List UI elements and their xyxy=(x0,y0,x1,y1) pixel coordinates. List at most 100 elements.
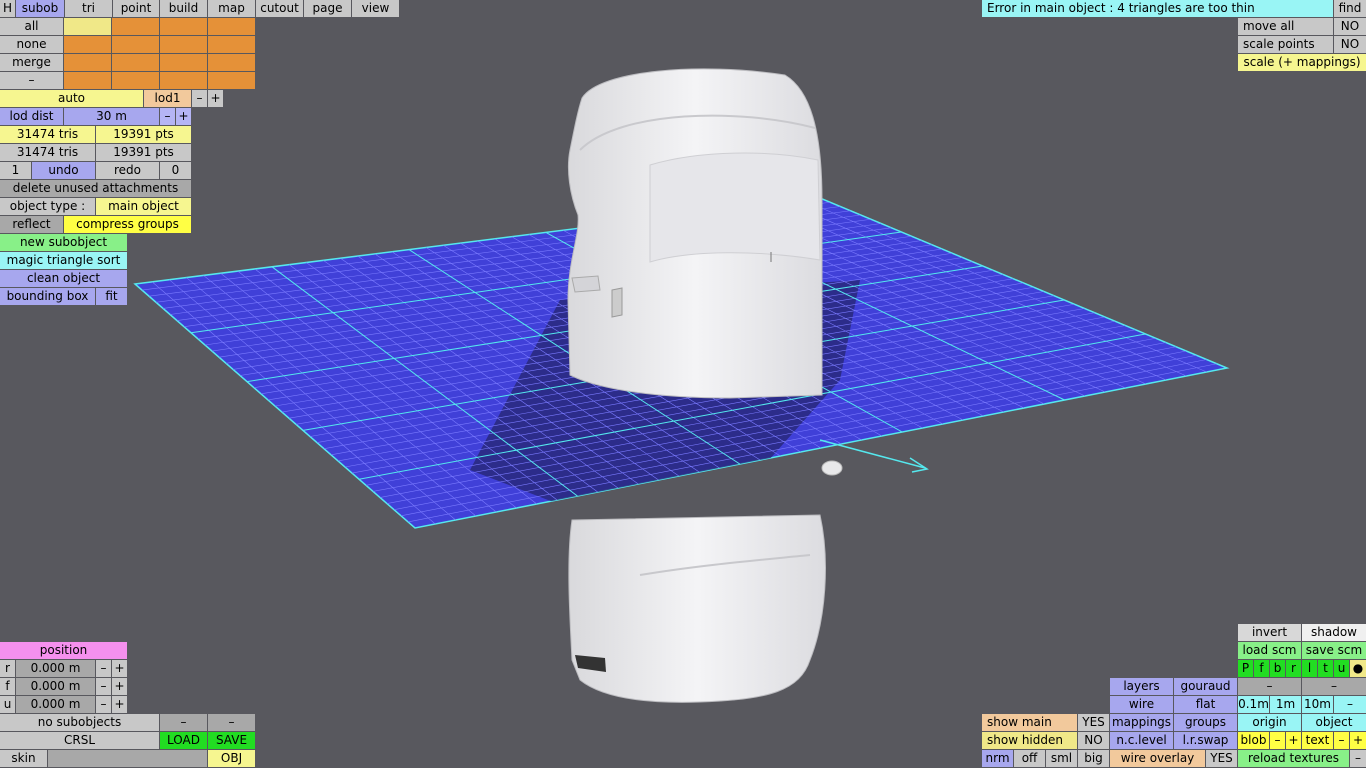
compress-groups-button[interactable]: compress groups xyxy=(64,216,191,233)
tab-h[interactable]: H xyxy=(0,0,15,17)
skin-name-field[interactable] xyxy=(48,750,207,767)
invert-button[interactable]: invert xyxy=(1238,624,1301,641)
view-button-t[interactable]: t xyxy=(1318,660,1333,677)
show-hidden-toggle[interactable]: NO xyxy=(1078,732,1109,749)
tab-cutout[interactable]: cutout xyxy=(256,0,303,17)
tab-page[interactable]: page xyxy=(304,0,351,17)
subobject-swatch[interactable] xyxy=(160,36,207,53)
position-value-f[interactable]: 0.000 m xyxy=(16,678,95,695)
subobject-dash-1-button[interactable]: – xyxy=(160,714,207,731)
skin-button[interactable]: skin xyxy=(0,750,47,767)
tab-subob[interactable]: subob xyxy=(16,0,64,17)
groups-button[interactable]: groups xyxy=(1174,714,1237,731)
position-r-plus-button[interactable]: + xyxy=(112,660,127,677)
lod-auto-button[interactable]: auto xyxy=(0,90,143,107)
move-all-toggle[interactable]: NO xyxy=(1334,18,1366,35)
view-button-f[interactable]: f xyxy=(1254,660,1269,677)
crsl-filename[interactable]: CRSL xyxy=(0,732,159,749)
origin-button[interactable]: origin xyxy=(1238,714,1301,731)
lr-swap-button[interactable]: l.r.swap xyxy=(1174,732,1237,749)
wire-overlay-toggle[interactable]: YES xyxy=(1206,750,1237,767)
select-all-button[interactable]: all xyxy=(0,18,63,35)
position-value-r[interactable]: 0.000 m xyxy=(16,660,95,677)
view-button-b[interactable]: b xyxy=(1270,660,1285,677)
nc-level-button[interactable]: n.c.level xyxy=(1110,732,1173,749)
load-scm-button[interactable]: load scm xyxy=(1238,642,1301,659)
blob-plus-button[interactable]: + xyxy=(1286,732,1301,749)
tab-point[interactable]: point xyxy=(113,0,159,17)
subobject-swatch[interactable] xyxy=(112,36,159,53)
subobject-swatch[interactable] xyxy=(64,18,111,35)
undo-button[interactable]: undo xyxy=(32,162,95,179)
delete-unused-attachments-button[interactable]: delete unused attachments xyxy=(0,180,191,197)
lod-plus-button[interactable]: + xyxy=(208,90,223,107)
3d-viewport[interactable] xyxy=(0,0,1366,768)
normals-nrm-button[interactable]: nrm xyxy=(982,750,1013,767)
clean-object-button[interactable]: clean object xyxy=(0,270,127,287)
position-u-plus-button[interactable]: + xyxy=(112,696,127,713)
tab-tri[interactable]: tri xyxy=(65,0,112,17)
wire-button[interactable]: wire xyxy=(1110,696,1173,713)
view-button-r[interactable]: r xyxy=(1286,660,1301,677)
subobject-swatch[interactable] xyxy=(208,18,255,35)
reload-textures-minus-button[interactable]: – xyxy=(1350,750,1366,767)
subobject-swatch[interactable] xyxy=(208,36,255,53)
new-subobject-button[interactable]: new subobject xyxy=(0,234,127,251)
scale-minus-button[interactable]: – xyxy=(1334,696,1366,713)
subobject-swatch[interactable] xyxy=(208,54,255,71)
normals-big-button[interactable]: big xyxy=(1078,750,1109,767)
select-none-button[interactable]: none xyxy=(0,36,63,53)
gouraud-button[interactable]: gouraud xyxy=(1174,678,1237,695)
tab-view[interactable]: view xyxy=(352,0,399,17)
reflect-button[interactable]: reflect xyxy=(0,216,63,233)
position-value-u[interactable]: 0.000 m xyxy=(16,696,95,713)
obj-button[interactable]: OBJ xyxy=(208,750,255,767)
subobject-swatch[interactable] xyxy=(112,72,159,89)
tab-build[interactable]: build xyxy=(160,0,207,17)
subobject-swatch[interactable] xyxy=(160,54,207,71)
subobject-dash-2-button[interactable]: – xyxy=(208,714,255,731)
position-r-minus-button[interactable]: – xyxy=(96,660,111,677)
position-u-minus-button[interactable]: – xyxy=(96,696,111,713)
view-button-p[interactable]: P xyxy=(1238,660,1253,677)
subob-minus-button[interactable]: – xyxy=(0,72,63,89)
subobject-swatch[interactable] xyxy=(112,18,159,35)
view-button-u[interactable]: u xyxy=(1334,660,1349,677)
tab-map[interactable]: map xyxy=(208,0,255,17)
lod1-button[interactable]: lod1 xyxy=(144,90,191,107)
flat-button[interactable]: flat xyxy=(1174,696,1237,713)
scale-10m-button[interactable]: 10m xyxy=(1302,696,1333,713)
subobject-swatch[interactable] xyxy=(112,54,159,71)
object-type-value[interactable]: main object xyxy=(96,198,191,215)
save-button[interactable]: SAVE xyxy=(208,732,255,749)
lod-dist-plus-button[interactable]: + xyxy=(176,108,191,125)
magic-triangle-sort-button[interactable]: magic triangle sort xyxy=(0,252,127,269)
scale-points-toggle[interactable]: NO xyxy=(1334,36,1366,53)
merge-button[interactable]: merge xyxy=(0,54,63,71)
redo-button[interactable]: redo xyxy=(96,162,159,179)
text-minus-button[interactable]: – xyxy=(1334,732,1349,749)
subobject-swatch[interactable] xyxy=(64,36,111,53)
subobject-swatch[interactable] xyxy=(160,18,207,35)
render-dash-b-button[interactable]: – xyxy=(1302,678,1366,695)
normals-off-button[interactable]: off xyxy=(1014,750,1045,767)
save-scm-button[interactable]: save scm xyxy=(1302,642,1366,659)
scale-mappings-button[interactable]: scale (+ mappings) xyxy=(1238,54,1366,71)
position-f-minus-button[interactable]: – xyxy=(96,678,111,695)
subobject-swatch[interactable] xyxy=(208,72,255,89)
show-main-toggle[interactable]: YES xyxy=(1078,714,1109,731)
mappings-button[interactable]: mappings xyxy=(1110,714,1173,731)
blob-minus-button[interactable]: – xyxy=(1270,732,1285,749)
lod-dist-minus-button[interactable]: – xyxy=(160,108,175,125)
view-button-l[interactable]: l xyxy=(1302,660,1317,677)
load-button[interactable]: LOAD xyxy=(160,732,207,749)
subobject-swatch[interactable] xyxy=(64,72,111,89)
normals-sml-button[interactable]: sml xyxy=(1046,750,1077,767)
scale-1m-button[interactable]: 1m xyxy=(1270,696,1301,713)
find-button[interactable]: find xyxy=(1334,0,1366,17)
subobject-swatch[interactable] xyxy=(160,72,207,89)
fit-button[interactable]: fit xyxy=(96,288,127,305)
reload-textures-button[interactable]: reload textures xyxy=(1238,750,1349,767)
position-f-plus-button[interactable]: + xyxy=(112,678,127,695)
text-plus-button[interactable]: + xyxy=(1350,732,1366,749)
